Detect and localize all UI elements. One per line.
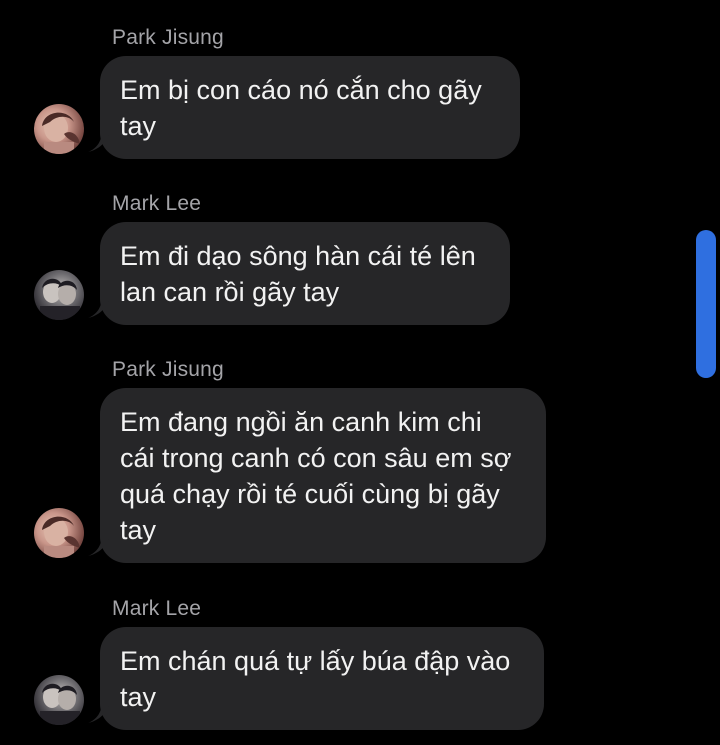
- message-bubble[interactable]: Em đang ngồi ăn canh kim chi cái trong c…: [100, 388, 546, 563]
- avatar[interactable]: [34, 104, 84, 154]
- message-bubble[interactable]: Em bị con cáo nó cắn cho gãy tay: [100, 56, 520, 159]
- bubble-tail: [88, 130, 110, 152]
- sender-name: Park Jisung: [112, 358, 224, 381]
- message-line: quá chạy rồi té cuối cùng bị gãy: [120, 479, 500, 509]
- message-line: cái trong canh có con sâu em sợ: [120, 443, 512, 473]
- message-group: Park Jisung Em bị con cáo nó cắn cho gãy…: [0, 26, 720, 159]
- message-group: Park Jisung Em đang ngồi ăn canh kim chi…: [0, 358, 720, 564]
- avatar[interactable]: [34, 508, 84, 558]
- message-bubble[interactable]: Em đi dạo sông hàn cái té lên lan can rồ…: [100, 222, 510, 325]
- bubble-tail: [88, 534, 110, 556]
- message-group: Mark Lee Em chán quá tự lấy búa đập vào …: [0, 597, 720, 730]
- message-line: tay: [120, 111, 157, 141]
- message-group: Mark Lee Em đi dạo sông hàn cái té lên l…: [0, 192, 720, 325]
- avatar[interactable]: [34, 270, 84, 320]
- message-line: Em đi dạo sông hàn cái té lên: [120, 241, 476, 271]
- message-line: Em đang ngồi ăn canh kim chi: [120, 407, 482, 437]
- avatar[interactable]: [34, 675, 84, 725]
- message-line: Em chán quá tự lấy búa đập vào: [120, 646, 511, 676]
- message-line: Em bị con cáo nó cắn cho gãy: [120, 75, 482, 105]
- sender-name: Mark Lee: [112, 192, 202, 215]
- scrollbar-thumb[interactable]: [696, 230, 716, 378]
- sender-name: Park Jisung: [112, 26, 224, 49]
- message-line: tay: [120, 682, 157, 712]
- sender-name: Mark Lee: [112, 597, 202, 620]
- message-bubble[interactable]: Em chán quá tự lấy búa đập vào tay: [100, 627, 544, 730]
- bubble-tail: [88, 701, 110, 723]
- chat-thread: Park Jisung Em bị con cáo nó cắn cho gãy…: [0, 0, 720, 745]
- bubble-tail: [88, 296, 110, 318]
- message-line: tay: [120, 515, 157, 545]
- message-line: lan can rồi gãy tay: [120, 277, 340, 307]
